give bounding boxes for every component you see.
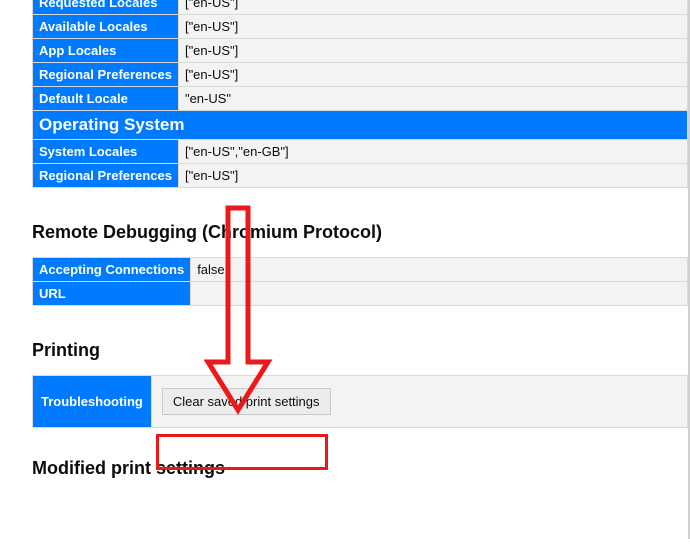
val-system-locales: ["en-US","en-GB"]	[178, 140, 687, 164]
printing-table: Troubleshooting Clear saved print settin…	[32, 375, 688, 428]
key-app-locales: App Locales	[33, 39, 179, 63]
heading-remote-debugging: Remote Debugging (Chromium Protocol)	[32, 222, 688, 243]
val-accepting-connections: false	[191, 258, 688, 282]
key-requested-locales: Requested Locales	[33, 0, 179, 15]
clear-saved-print-settings-button[interactable]: Clear saved print settings	[162, 388, 331, 415]
key-available-locales: Available Locales	[33, 15, 179, 39]
section-operating-system: Operating System	[33, 111, 688, 140]
row-system-locales: System Locales ["en-US","en-GB"]	[33, 140, 688, 164]
key-default-locale: Default Locale	[33, 87, 179, 111]
val-requested-locales: ["en-US"]	[178, 0, 687, 15]
val-url	[191, 282, 688, 306]
key-url: URL	[33, 282, 191, 306]
heading-modified-print-settings: Modified print settings	[32, 458, 688, 479]
val-troubleshooting: Clear saved print settings	[151, 376, 687, 428]
annotation-highlight-box	[156, 434, 328, 470]
row-requested-locales: Requested Locales ["en-US"]	[33, 0, 688, 15]
intl-table: Requested Locales ["en-US"] Available Lo…	[32, 0, 688, 188]
row-troubleshooting: Troubleshooting Clear saved print settin…	[33, 376, 688, 428]
val-default-locale: "en-US"	[178, 87, 687, 111]
row-regional-preferences: Regional Preferences ["en-US"]	[33, 63, 688, 87]
key-os-regional-preferences: Regional Preferences	[33, 164, 179, 188]
row-default-locale: Default Locale "en-US"	[33, 87, 688, 111]
row-os-section: Operating System	[33, 111, 688, 140]
val-regional-preferences: ["en-US"]	[178, 63, 687, 87]
key-troubleshooting: Troubleshooting	[33, 376, 152, 428]
row-available-locales: Available Locales ["en-US"]	[33, 15, 688, 39]
key-regional-preferences: Regional Preferences	[33, 63, 179, 87]
key-accepting-connections: Accepting Connections	[33, 258, 191, 282]
row-app-locales: App Locales ["en-US"]	[33, 39, 688, 63]
key-system-locales: System Locales	[33, 140, 179, 164]
val-available-locales: ["en-US"]	[178, 15, 687, 39]
row-url: URL	[33, 282, 688, 306]
heading-printing: Printing	[32, 340, 688, 361]
row-os-regional-preferences: Regional Preferences ["en-US"]	[33, 164, 688, 188]
row-accepting-connections: Accepting Connections false	[33, 258, 688, 282]
val-os-regional-preferences: ["en-US"]	[178, 164, 687, 188]
val-app-locales: ["en-US"]	[178, 39, 687, 63]
remote-debugging-table: Accepting Connections false URL	[32, 257, 688, 306]
